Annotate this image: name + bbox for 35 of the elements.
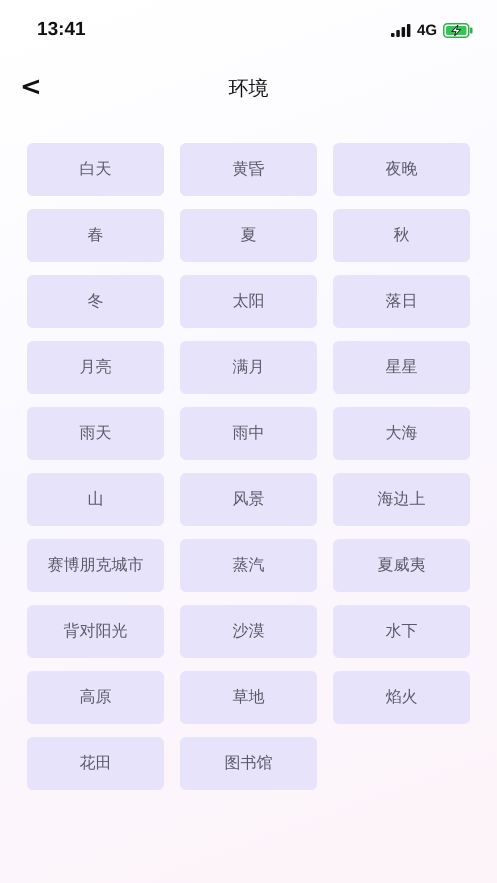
option-chip[interactable]: 夜晚 [333, 143, 470, 196]
option-chip[interactable]: 月亮 [27, 341, 164, 394]
battery-charging-icon [443, 22, 473, 38]
option-chip[interactable]: 春 [27, 209, 164, 262]
option-chip[interactable]: 风景 [180, 473, 317, 526]
option-chip[interactable]: 太阳 [180, 275, 317, 328]
option-chip[interactable]: 草地 [180, 671, 317, 724]
option-chip[interactable]: 花田 [27, 737, 164, 790]
option-chip[interactable]: 夏威夷 [333, 539, 470, 592]
option-chip[interactable]: 焰火 [333, 671, 470, 724]
network-label: 4G [416, 22, 437, 38]
back-button[interactable]: < [14, 72, 48, 102]
option-chip[interactable]: 雨天 [27, 407, 164, 460]
option-chip[interactable]: 秋 [333, 209, 470, 262]
option-chip[interactable]: 图书馆 [180, 737, 317, 790]
option-chip[interactable]: 高原 [27, 671, 164, 724]
option-chip[interactable]: 沙漠 [180, 605, 317, 658]
page-title: 环境 [228, 74, 268, 102]
option-chip[interactable]: 蒸汽 [180, 539, 317, 592]
option-chip[interactable]: 夏 [180, 209, 317, 262]
option-chip[interactable]: 海边上 [333, 473, 470, 526]
option-chip[interactable]: 背对阳光 [27, 605, 164, 658]
option-chip[interactable]: 大海 [333, 407, 470, 460]
option-chip[interactable]: 满月 [180, 341, 317, 394]
option-chip[interactable]: 星星 [333, 341, 470, 394]
option-chip[interactable]: 黄昏 [180, 143, 317, 196]
signal-icon [390, 24, 411, 36]
status-time: 13:41 [37, 19, 86, 41]
option-chip[interactable]: 白天 [27, 143, 164, 196]
option-chip[interactable]: 落日 [333, 275, 470, 328]
option-chip[interactable]: 水下 [333, 605, 470, 658]
option-chip[interactable]: 冬 [27, 275, 164, 328]
option-chip[interactable]: 赛博朋克城市 [27, 539, 164, 592]
option-chip[interactable]: 山 [27, 473, 164, 526]
option-chip[interactable]: 雨中 [180, 407, 317, 460]
